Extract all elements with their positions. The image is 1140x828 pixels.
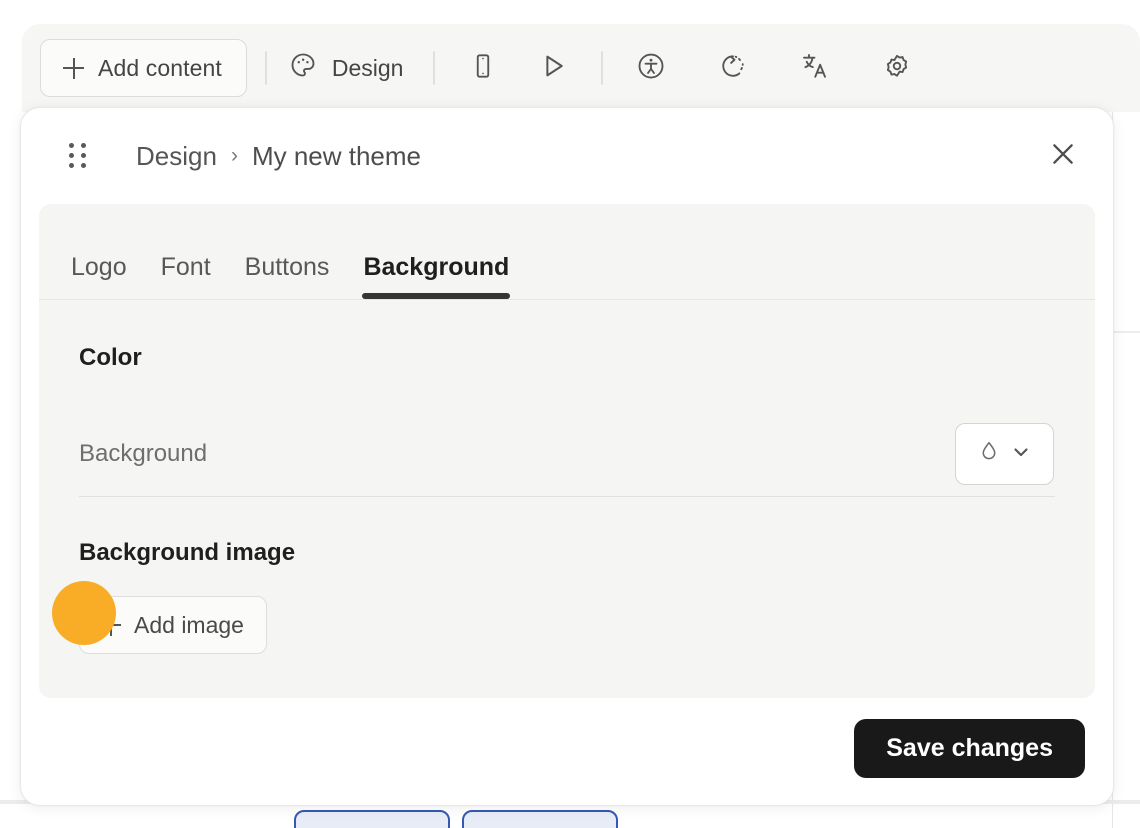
breadcrumb: Design › My new theme <box>136 141 421 172</box>
save-changes-button[interactable]: Save changes <box>854 719 1085 778</box>
add-image-button[interactable]: Add image <box>79 596 267 654</box>
tab-buttons[interactable]: Buttons <box>245 253 330 299</box>
design-button[interactable]: Design <box>285 45 408 91</box>
color-section-title: Color <box>79 300 1055 372</box>
background-horizontal-rule <box>1113 331 1140 333</box>
gear-icon <box>882 51 912 86</box>
chevron-down-icon <box>1009 440 1033 469</box>
breadcrumb-root[interactable]: Design <box>136 141 217 172</box>
toolbar-divider-1 <box>265 51 267 85</box>
background-color-field: Background <box>79 372 1055 496</box>
toolbar-divider-3 <box>601 51 603 85</box>
design-theme-panel: Design › My new theme Logo Font Buttons … <box>20 107 1114 806</box>
add-image-label: Add image <box>134 612 244 639</box>
reset-rotate-icon <box>718 51 748 86</box>
mobile-preview-icon <box>469 52 497 85</box>
background-content-card-1[interactable] <box>294 810 450 828</box>
tab-background[interactable]: Background <box>363 253 509 299</box>
accessibility-button[interactable] <box>629 46 673 90</box>
reset-button[interactable] <box>711 46 755 90</box>
theme-settings-card: Logo Font Buttons Background Color Backg… <box>39 204 1095 698</box>
theme-tabs: Logo Font Buttons Background <box>39 204 1095 300</box>
panel-header: Design › My new theme <box>21 108 1113 204</box>
plus-icon <box>63 58 84 79</box>
background-color-picker-button[interactable] <box>955 423 1054 485</box>
color-drop-icon <box>976 439 1002 470</box>
close-panel-button[interactable] <box>1041 134 1085 178</box>
design-label: Design <box>332 55 404 82</box>
tab-font[interactable]: Font <box>161 253 211 299</box>
breadcrumb-current: My new theme <box>252 141 421 172</box>
breadcrumb-separator: › <box>231 144 238 168</box>
play-preview-icon <box>538 51 568 86</box>
drag-handle-icon[interactable] <box>69 143 87 169</box>
accessibility-icon <box>636 51 666 86</box>
background-image-title: Background image <box>79 497 1055 567</box>
toolbar-divider-2 <box>433 51 435 85</box>
mobile-preview-button[interactable] <box>461 46 505 90</box>
background-content-card-2[interactable] <box>462 810 618 828</box>
plus-icon <box>100 615 121 636</box>
palette-icon <box>289 51 317 85</box>
panel-footer: Save changes <box>21 698 1113 778</box>
background-color-label: Background <box>79 440 207 468</box>
translate-button[interactable] <box>793 46 837 90</box>
close-icon <box>1047 138 1079 175</box>
settings-button[interactable] <box>875 46 919 90</box>
translate-icon <box>800 51 830 86</box>
top-toolbar: Add content Design <box>22 24 1140 112</box>
add-content-button[interactable]: Add content <box>40 39 247 97</box>
background-settings-body: Color Background B <box>39 300 1095 698</box>
preview-play-button[interactable] <box>531 46 575 90</box>
add-content-label: Add content <box>98 55 222 82</box>
tab-logo[interactable]: Logo <box>71 253 127 299</box>
